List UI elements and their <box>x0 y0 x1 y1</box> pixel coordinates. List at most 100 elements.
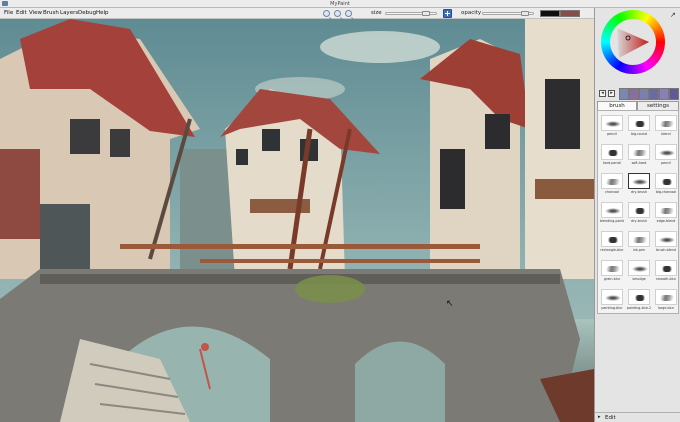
brush-stroke-preview <box>659 179 675 185</box>
color-history-back-icon[interactable]: ◂ <box>599 90 606 97</box>
opacity-slider-handle[interactable] <box>521 11 529 16</box>
brush-thumbnail <box>601 231 623 247</box>
primary-color-swatch[interactable] <box>540 10 560 17</box>
menu-edit[interactable]: Edit <box>16 10 27 16</box>
brush-name: soft-hard <box>631 161 647 165</box>
brush-stroke-preview <box>605 208 621 214</box>
brush-preset[interactable]: big-round <box>626 114 652 138</box>
brush-name: big-round <box>631 132 647 136</box>
size-label: size <box>371 10 382 16</box>
brush-name: brush-blend <box>656 248 676 252</box>
brush-preset[interactable]: blend <box>653 114 679 138</box>
menu-bar: File Edit View Brush Layers Debug Help s… <box>0 8 594 19</box>
edit-label: Edit <box>605 415 616 421</box>
expander-arrow-icon: ▸ <box>598 414 601 420</box>
brush-stroke-preview <box>605 295 621 301</box>
brush-preset[interactable]: big-charcoal <box>653 172 679 196</box>
brush-thumbnail <box>628 260 650 276</box>
brush-preset[interactable]: smooth-blur <box>653 259 679 283</box>
brush-thumbnail <box>655 202 677 218</box>
zoom-reset-icon[interactable] <box>345 10 352 17</box>
brush-name: pencil <box>607 132 617 136</box>
brush-thumbnail <box>601 115 623 131</box>
brush-thumbnail <box>655 231 677 247</box>
brush-name: blending-paint <box>600 219 624 223</box>
color-history-swatch[interactable] <box>649 88 659 100</box>
brush-preset[interactable]: large-blur <box>653 288 679 312</box>
brush-preset[interactable]: edge-blend <box>653 201 679 225</box>
brush-stroke-preview <box>632 237 648 243</box>
size-slider[interactable] <box>385 11 437 16</box>
brush-stroke-preview <box>605 121 621 127</box>
brush-preset[interactable]: soft-hard <box>626 143 652 167</box>
menu-view[interactable]: View <box>29 10 42 16</box>
brush-preset[interactable]: smudge <box>626 259 652 283</box>
brush-stroke-preview <box>659 295 675 301</box>
brush-preset[interactable]: brush-blend <box>653 230 679 254</box>
opacity-slider[interactable] <box>482 11 534 16</box>
secondary-color-swatch[interactable] <box>560 10 580 17</box>
color-history-swatch[interactable] <box>639 88 649 100</box>
brush-preset[interactable]: dry-brush <box>626 172 652 196</box>
brush-preset[interactable]: charcoal <box>599 172 625 196</box>
brush-stroke-preview <box>659 150 675 156</box>
color-wheel[interactable] <box>601 10 665 74</box>
menu-debug[interactable]: Debug <box>78 10 96 16</box>
brush-preset[interactable]: painting-blur-2 <box>626 288 652 312</box>
painting-canvas[interactable]: ↖ <box>0 19 594 422</box>
brush-stroke-preview <box>659 121 675 127</box>
brush-thumbnail <box>655 173 677 189</box>
brush-preset[interactable]: ink-pen <box>626 230 652 254</box>
painting-artwork <box>0 19 594 422</box>
brush-stroke-preview <box>632 150 648 156</box>
brush-name: painting-blur <box>601 306 623 310</box>
tab-brush[interactable]: brush <box>597 101 637 110</box>
color-history-swatch[interactable] <box>629 88 639 100</box>
color-history-swatch[interactable] <box>619 88 629 100</box>
brush-name: smudge <box>632 277 646 281</box>
brush-thumbnail <box>628 289 650 305</box>
brush-preset[interactable]: grain-blur <box>599 259 625 283</box>
tool-panel: ↗ ◂ ▸ brush settings pencil big-round blen… <box>594 8 680 422</box>
mouse-cursor-icon: ↖ <box>446 299 454 309</box>
detach-panel-icon[interactable]: ↗ <box>670 11 678 19</box>
brush-thumbnail <box>601 173 623 189</box>
brush-preset[interactable]: rectangle-blur <box>599 230 625 254</box>
brush-name: hard-pencil <box>602 161 622 165</box>
brush-stroke-preview <box>632 266 648 272</box>
brush-name: painting-blur-2 <box>626 306 652 310</box>
menu-brush[interactable]: Brush <box>43 10 59 16</box>
brush-thumbnail <box>628 115 650 131</box>
brush-thumbnail <box>601 144 623 160</box>
brush-stroke-preview <box>659 266 675 272</box>
brush-name: dry-brush <box>631 219 647 223</box>
color-history-forward-icon[interactable]: ▸ <box>608 90 615 97</box>
size-slider-handle[interactable] <box>422 11 430 16</box>
brush-stroke-preview <box>632 208 648 214</box>
zoom-in-icon[interactable] <box>323 10 330 17</box>
tab-settings[interactable]: settings <box>637 101 679 110</box>
edit-expander[interactable]: ▸ Edit <box>595 412 680 422</box>
brush-stroke-preview <box>632 295 648 301</box>
window-title: MyPaint <box>330 1 350 7</box>
brush-preset[interactable]: hard-pencil <box>599 143 625 167</box>
zoom-out-icon[interactable] <box>334 10 341 17</box>
brush-thumbnail <box>628 173 650 189</box>
brush-preset[interactable]: pencil <box>599 114 625 138</box>
brush-preset[interactable]: painting-blur <box>599 288 625 312</box>
brush-thumbnail <box>655 115 677 131</box>
menu-help[interactable]: Help <box>96 10 109 16</box>
brush-preset[interactable]: dry-brush <box>626 201 652 225</box>
brush-stroke-preview <box>605 237 621 243</box>
brush-preset[interactable]: pencil <box>653 143 679 167</box>
brush-stroke-preview <box>605 179 621 185</box>
brush-preset[interactable]: blending-paint <box>599 201 625 225</box>
menu-file[interactable]: File <box>4 10 13 16</box>
color-history-swatch[interactable] <box>659 88 669 100</box>
brush-name: big-charcoal <box>655 190 677 194</box>
mirror-icon[interactable] <box>443 9 452 18</box>
menu-layers[interactable]: Layers <box>60 10 78 16</box>
color-history-swatch[interactable] <box>669 88 679 100</box>
brush-thumbnail <box>628 202 650 218</box>
color-triangle[interactable] <box>615 24 651 60</box>
